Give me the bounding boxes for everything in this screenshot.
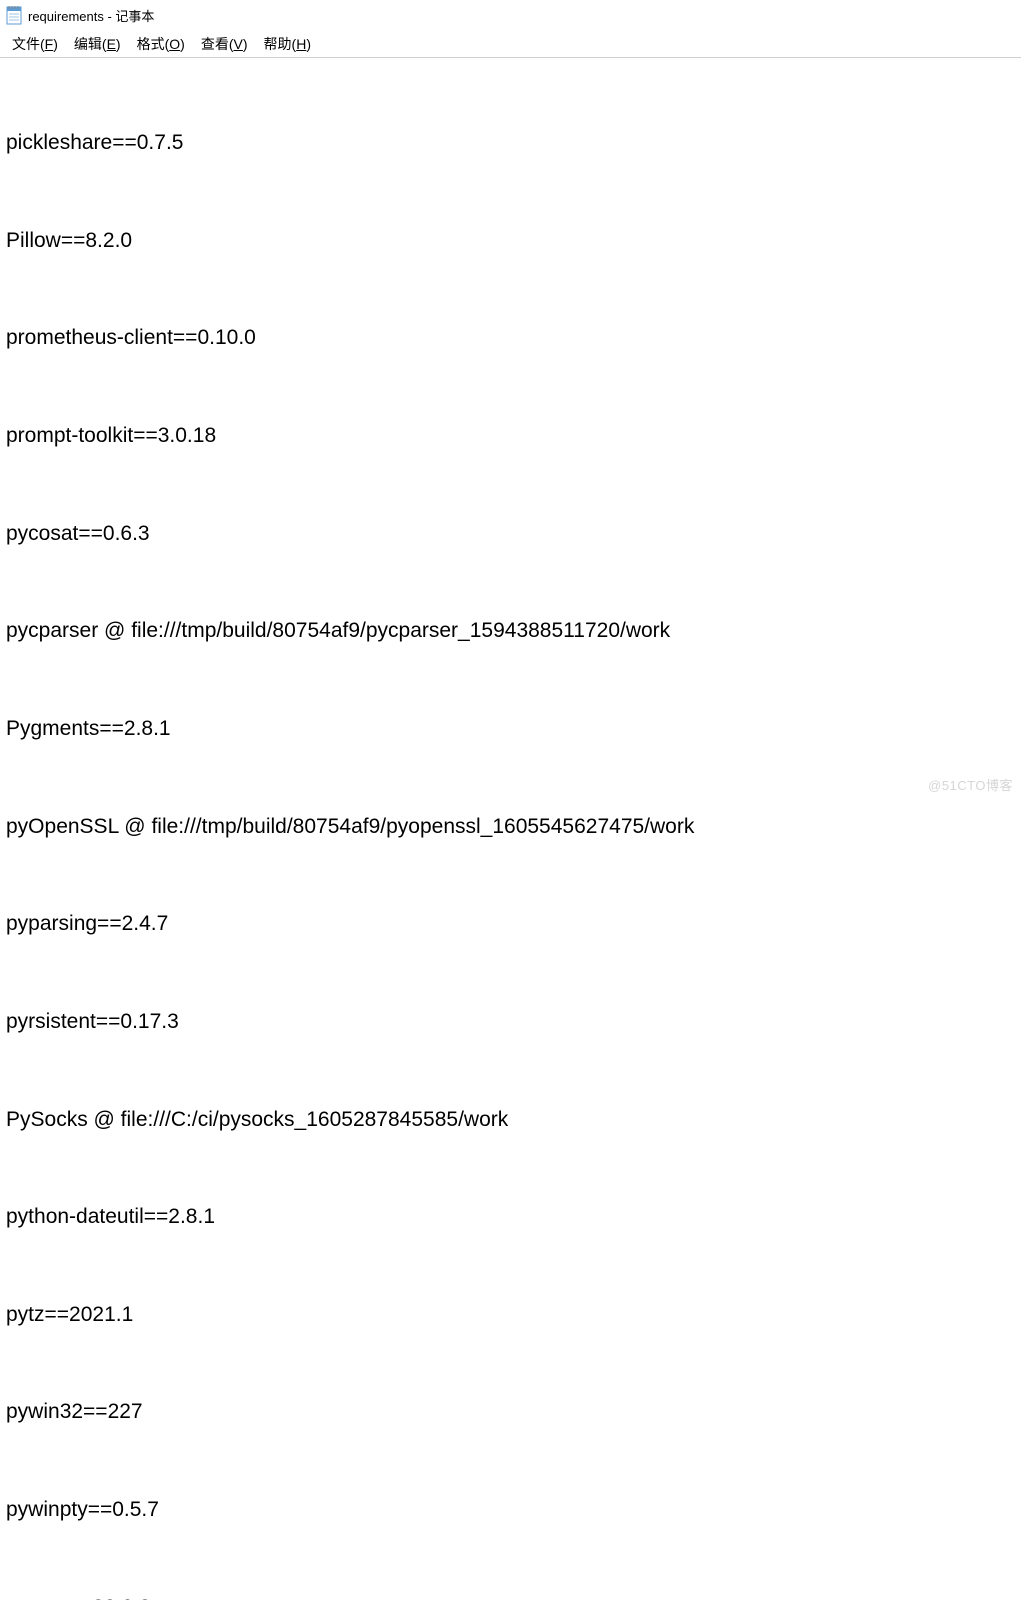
- content-line: pytz==2021.1: [6, 1299, 1015, 1332]
- text-content[interactable]: pickleshare==0.7.5 Pillow==8.2.0 prometh…: [0, 58, 1021, 1600]
- menu-edit[interactable]: 编辑(E): [66, 32, 129, 56]
- content-line: pycosat==0.6.3: [6, 518, 1015, 551]
- watermark: @51CTO博客: [928, 775, 1013, 794]
- content-line: pyparsing==2.4.7: [6, 908, 1015, 941]
- menu-file[interactable]: 文件(F): [4, 32, 66, 56]
- content-line: pickleshare==0.7.5: [6, 127, 1015, 160]
- content-line: Pygments==2.8.1: [6, 713, 1015, 746]
- content-line: pycparser @ file:///tmp/build/80754af9/p…: [6, 615, 1015, 648]
- content-line: pyOpenSSL @ file:///tmp/build/80754af9/p…: [6, 811, 1015, 844]
- menu-help[interactable]: 帮助(H): [256, 32, 319, 56]
- content-line: prometheus-client==0.10.0: [6, 322, 1015, 355]
- content-line: PySocks @ file:///C:/ci/pysocks_16052878…: [6, 1104, 1015, 1137]
- content-line: python-dateutil==2.8.1: [6, 1201, 1015, 1234]
- menu-bar: 文件(F) 编辑(E) 格式(O) 查看(V) 帮助(H): [0, 30, 1021, 58]
- content-line: pyzmq==22.0.3: [6, 1592, 1015, 1600]
- content-line: Pillow==8.2.0: [6, 225, 1015, 258]
- title-bar: requirements - 记事本: [0, 0, 1021, 30]
- menu-view[interactable]: 查看(V): [193, 32, 256, 56]
- window-title: requirements - 记事本: [28, 6, 154, 25]
- notepad-icon: [6, 5, 22, 25]
- content-line: prompt-toolkit==3.0.18: [6, 420, 1015, 453]
- content-line: pywinpty==0.5.7: [6, 1494, 1015, 1527]
- content-line: pyrsistent==0.17.3: [6, 1006, 1015, 1039]
- content-line: pywin32==227: [6, 1396, 1015, 1429]
- menu-format[interactable]: 格式(O): [129, 32, 193, 56]
